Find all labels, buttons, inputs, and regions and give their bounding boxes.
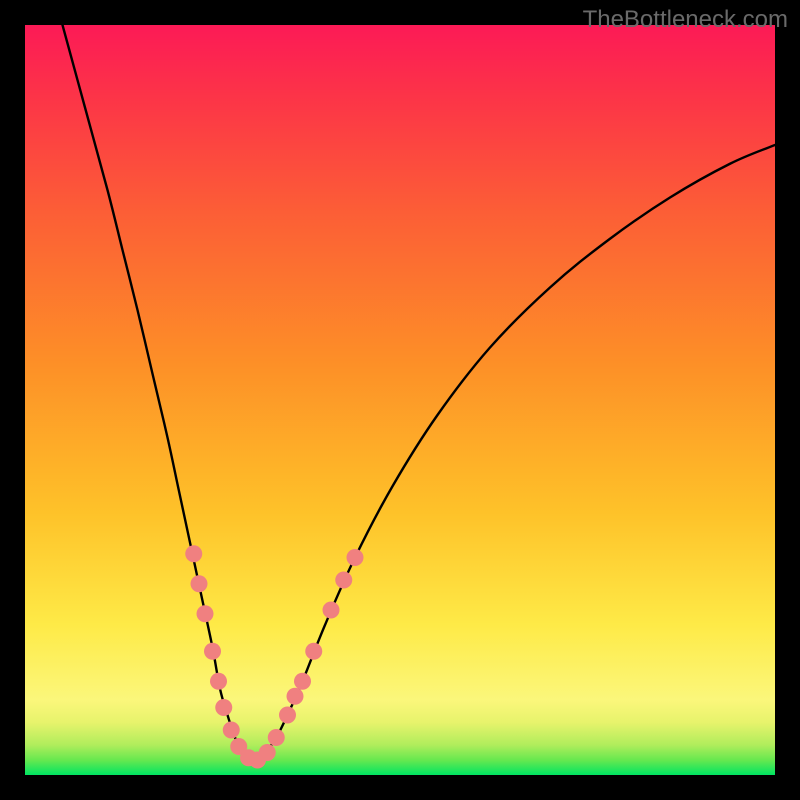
data-point-marker xyxy=(305,643,322,660)
chart-container: TheBottleneck.com xyxy=(0,0,800,800)
data-point-marker xyxy=(210,673,227,690)
data-point-marker xyxy=(185,545,202,562)
data-point-marker xyxy=(223,722,240,739)
watermark-text: TheBottleneck.com xyxy=(583,6,788,34)
data-point-marker xyxy=(294,673,311,690)
data-point-marker xyxy=(287,688,304,705)
data-point-marker xyxy=(259,744,276,761)
plot-area xyxy=(25,25,775,775)
data-point-marker xyxy=(215,699,232,716)
bottleneck-curve xyxy=(25,25,775,775)
data-point-marker xyxy=(204,643,221,660)
data-point-marker xyxy=(323,602,340,619)
data-point-marker xyxy=(197,605,214,622)
data-point-marker xyxy=(191,575,208,592)
data-point-marker xyxy=(335,572,352,589)
data-point-marker xyxy=(279,707,296,724)
data-point-marker xyxy=(347,549,364,566)
data-point-marker xyxy=(268,729,285,746)
